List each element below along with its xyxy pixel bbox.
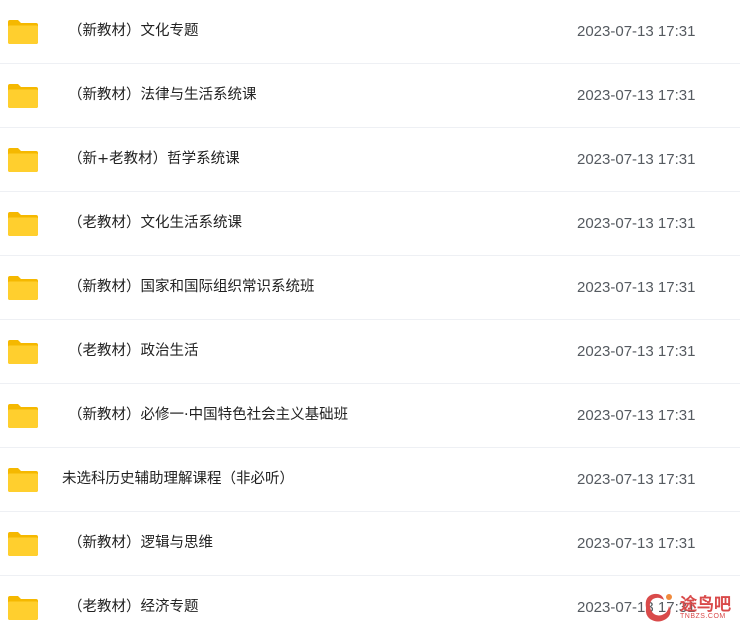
folder-icon bbox=[8, 404, 38, 428]
file-name[interactable]: （新教材）必修一·中国特色社会主义基础班 bbox=[68, 384, 348, 447]
file-name[interactable]: （新教材）文化专题 bbox=[68, 0, 199, 63]
file-date: 2023-07-13 17:31 bbox=[577, 407, 696, 424]
file-row[interactable]: （新+老教材）哲学系统课 2023-07-13 17:31 bbox=[0, 128, 740, 192]
folder-icon bbox=[8, 84, 38, 108]
file-date: 2023-07-13 17:31 bbox=[577, 471, 696, 488]
file-date: 2023-07-13 17:31 bbox=[577, 151, 696, 168]
file-row[interactable]: （新教材）逻辑与思维 2023-07-13 17:31 bbox=[0, 512, 740, 576]
file-list: （新教材）文化专题 2023-07-13 17:31 （新教材）法律与生活系统课… bbox=[0, 0, 740, 627]
folder-icon bbox=[8, 148, 38, 172]
file-date: 2023-07-13 17:31 bbox=[577, 87, 696, 104]
file-name[interactable]: （老教材）政治生活 bbox=[68, 320, 199, 383]
file-date: 2023-07-13 17:31 bbox=[577, 535, 696, 552]
file-name[interactable]: 未选科历史辅助理解课程（非必听） bbox=[62, 448, 294, 511]
folder-icon bbox=[8, 532, 38, 556]
file-row[interactable]: （老教材）经济专题 2023-07-13 17:31 bbox=[0, 576, 740, 627]
file-date: 2023-07-13 17:31 bbox=[577, 343, 696, 360]
file-date: 2023-07-13 17:31 bbox=[577, 279, 696, 296]
file-name[interactable]: （老教材）经济专题 bbox=[68, 576, 199, 627]
file-row[interactable]: （新教材）必修一·中国特色社会主义基础班 2023-07-13 17:31 bbox=[0, 384, 740, 448]
watermark-subtitle: TNBZS.COM bbox=[680, 613, 726, 620]
watermark-title: 途鸟吧 bbox=[680, 595, 731, 615]
file-date: 2023-07-13 17:31 bbox=[577, 23, 696, 40]
file-name[interactable]: （新教材）法律与生活系统课 bbox=[68, 64, 257, 127]
folder-icon bbox=[8, 596, 38, 620]
folder-icon bbox=[8, 20, 38, 44]
file-row[interactable]: 未选科历史辅助理解课程（非必听） 2023-07-13 17:31 bbox=[0, 448, 740, 512]
file-name[interactable]: （新+老教材）哲学系统课 bbox=[68, 128, 240, 191]
file-row[interactable]: （新教材）法律与生活系统课 2023-07-13 17:31 bbox=[0, 64, 740, 128]
file-row[interactable]: （老教材）文化生活系统课 2023-07-13 17:31 bbox=[0, 192, 740, 256]
file-row[interactable]: （新教材）文化专题 2023-07-13 17:31 bbox=[0, 0, 740, 64]
file-row[interactable]: （老教材）政治生活 2023-07-13 17:31 bbox=[0, 320, 740, 384]
watermark: 途鸟吧 TNBZS.COM bbox=[636, 586, 740, 627]
file-name[interactable]: （新教材）国家和国际组织常识系统班 bbox=[68, 256, 315, 319]
file-name[interactable]: （新教材）逻辑与思维 bbox=[68, 512, 213, 575]
file-row[interactable]: （新教材）国家和国际组织常识系统班 2023-07-13 17:31 bbox=[0, 256, 740, 320]
folder-icon bbox=[8, 340, 38, 364]
folder-icon bbox=[8, 212, 38, 236]
file-date: 2023-07-13 17:31 bbox=[577, 215, 696, 232]
tunba-logo-icon bbox=[645, 593, 672, 622]
file-name[interactable]: （老教材）文化生活系统课 bbox=[68, 192, 242, 255]
folder-icon bbox=[8, 468, 38, 492]
folder-icon bbox=[8, 276, 38, 300]
